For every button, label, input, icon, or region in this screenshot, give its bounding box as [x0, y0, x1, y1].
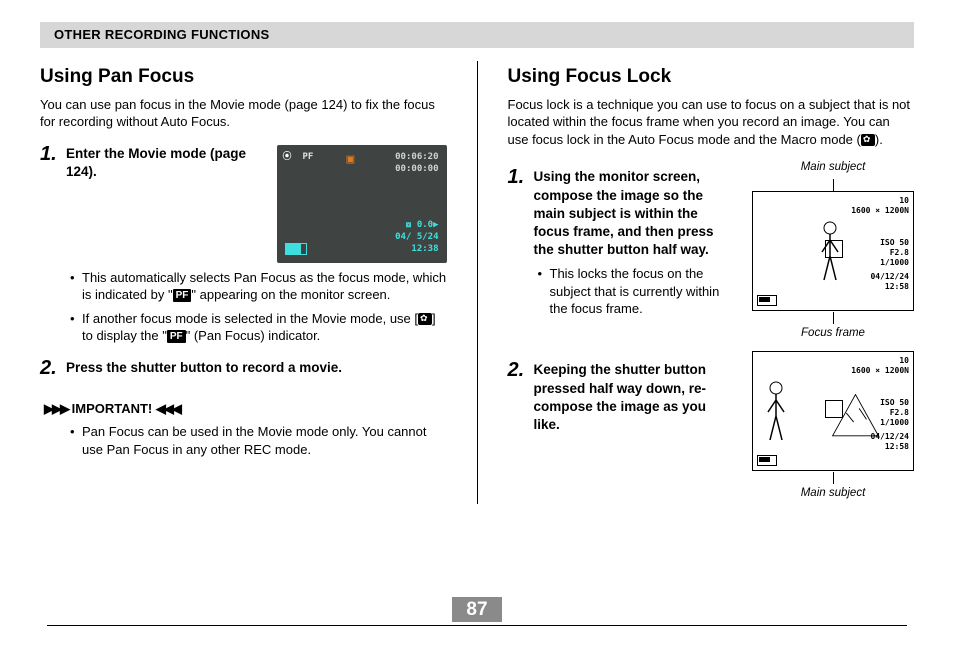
person-figure [815, 220, 845, 305]
diagram-frame: 10 1600 × 1200N ISO 50 F2.8 1/1000 04/12… [752, 191, 914, 311]
arrow-right-icon: ▶▶▶ [44, 401, 68, 416]
diagram-label-top: Main subject [801, 160, 866, 176]
right-step-2: 2. Keeping the shutter button pressed ha… [508, 357, 731, 434]
left-heading: Using Pan Focus [40, 64, 447, 90]
step-2: 2. Press the shutter button to record a … [40, 355, 447, 382]
diag-val: 1600 × 1200N [851, 206, 909, 217]
person-figure [761, 380, 791, 465]
step-1-text: Enter the Movie mode (page 124). [66, 145, 267, 181]
diag-val: 1/1000 [880, 418, 909, 429]
step-number: 2. [40, 355, 66, 382]
important-bullet: • Pan Focus can be used in the Movie mod… [70, 423, 447, 458]
time-elapsed: 00:00:00 [395, 163, 438, 175]
right-column: Using Focus Lock Focus lock is a techniq… [508, 58, 915, 504]
date-indicator: 04/ 5/24 [395, 231, 438, 243]
diag-val: 12:58 [885, 442, 909, 453]
diagram-label-bottom: Main subject [801, 486, 866, 502]
ev-indicator: ⧈ 0.0▶ [406, 219, 439, 231]
diagram-2: 10 1600 × 1200N ISO 50 F2.8 1/1000 04/12… [752, 351, 914, 504]
page-footer: 87 [47, 599, 907, 626]
bullet-text: " (Pan Focus) indicator. [186, 328, 321, 343]
intro-text: ). [875, 132, 883, 147]
macro-flower-icon [418, 313, 432, 325]
pf-icon: PF [167, 330, 186, 343]
step-number: 2. [508, 357, 534, 434]
battery-icon [757, 295, 777, 306]
right-intro: Focus lock is a technique you can use to… [508, 96, 915, 149]
step-2-text: Keeping the shutter button pressed half … [534, 357, 731, 434]
step-1-text: Using the monitor screen, compose the im… [534, 164, 731, 259]
right-step1-bullet: • This locks the focus on the subject th… [538, 265, 731, 318]
bullet-text: This locks the focus on the subject that… [550, 265, 731, 318]
battery-icon [285, 243, 307, 255]
step-1: 1. Enter the Movie mode (page 124). ⦿ PF… [40, 141, 447, 263]
diag-val: 1/1000 [880, 258, 909, 269]
bullet-text: Pan Focus can be used in the Movie mode … [82, 423, 447, 458]
diag-val: 1600 × 1200N [851, 366, 909, 377]
step-number: 1. [508, 164, 534, 259]
left-intro: You can use pan focus in the Movie mode … [40, 96, 447, 131]
arrow-left-icon: ◀◀◀ [156, 401, 180, 416]
bullet-text: If another focus mode is selected in the… [82, 311, 418, 326]
pf-indicator: PF [303, 151, 314, 163]
page-number: 87 [452, 597, 501, 622]
diagram-label-bottom: Focus frame [801, 326, 865, 342]
bullet-text: " appearing on the monitor screen. [191, 287, 390, 302]
movie-icon: ▣ [347, 151, 355, 169]
diagram-frame: 10 1600 × 1200N ISO 50 F2.8 1/1000 04/12… [752, 351, 914, 471]
step1-bullet1: • This automatically selects Pan Focus a… [70, 269, 447, 304]
section-header: OTHER RECORDING FUNCTIONS [40, 22, 914, 48]
step-2-text: Press the shutter button to record a mov… [66, 355, 447, 382]
diagram-1: Main subject 10 1600 × 1200N ISO 50 F2.8… [752, 158, 914, 343]
rec-icon: ⦿ [283, 151, 292, 163]
diag-val: 12:58 [885, 282, 909, 293]
clock-indicator: 12:38 [411, 243, 438, 255]
footer-rule [47, 625, 907, 626]
left-column: Using Pan Focus You can use pan focus in… [40, 58, 447, 504]
mountain-figure [828, 390, 883, 440]
important-label: IMPORTANT! [72, 401, 153, 416]
important-callout: ▶▶▶ IMPORTANT! ◀◀◀ [44, 400, 447, 418]
intro-text: Focus lock is a technique you can use to… [508, 97, 911, 147]
column-divider [477, 61, 478, 504]
manual-page: OTHER RECORDING FUNCTIONS Using Pan Focu… [0, 0, 954, 646]
step1-bullet2: • If another focus mode is selected in t… [70, 310, 447, 345]
right-heading: Using Focus Lock [508, 64, 915, 90]
camera-lcd-preview: ⦿ PF ▣ 00:06:20 00:00:00 ⧈ 0.0▶ 04/ 5/24… [277, 145, 447, 263]
macro-flower-icon [861, 134, 875, 146]
right-step-1: 1. Using the monitor screen, compose the… [508, 164, 731, 259]
time-remaining: 00:06:20 [395, 151, 438, 163]
two-column-layout: Using Pan Focus You can use pan focus in… [40, 58, 914, 504]
pf-icon: PF [173, 289, 192, 302]
step-number: 1. [40, 141, 66, 263]
